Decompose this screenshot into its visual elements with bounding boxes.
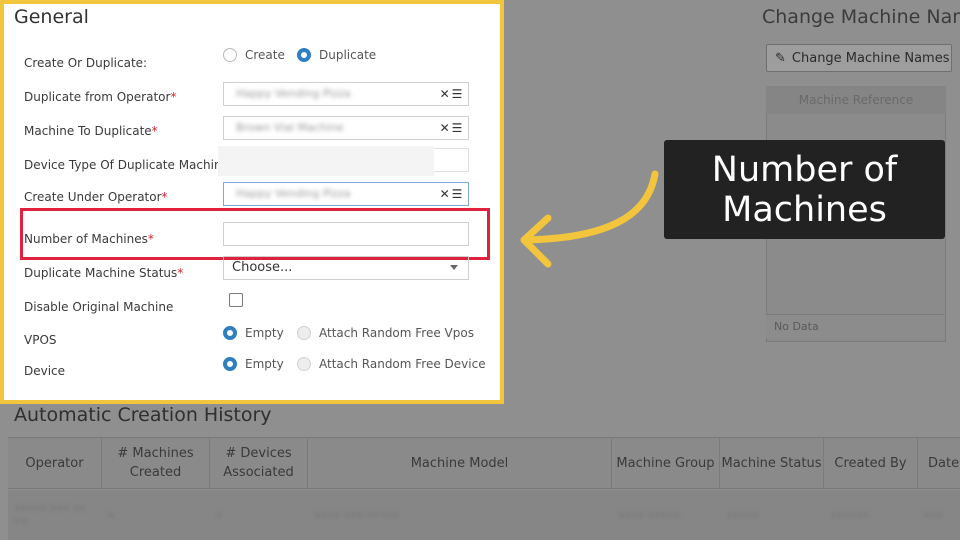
device-type-label: Device Type Of Duplicate Machine	[24, 158, 229, 172]
callout-arrow-icon	[520, 170, 659, 268]
duplicate-from-operator-label: Duplicate from Operator*	[24, 90, 177, 104]
radio-create[interactable]: Create	[223, 48, 285, 62]
column-operator[interactable]: Operator	[8, 438, 102, 488]
column-machine-group[interactable]: Machine Group	[612, 438, 720, 488]
form-title: General	[14, 6, 89, 28]
radio-vpos-random-label: Attach Random Free Vpos	[319, 326, 474, 340]
grid-header-machine-reference: Machine Reference	[766, 86, 946, 114]
radio-circle-icon	[223, 48, 237, 62]
column-machine-model[interactable]: Machine Model	[308, 438, 612, 488]
chevron-down-icon	[450, 265, 458, 270]
create-under-operator-label: Create Under Operator*	[24, 190, 168, 204]
change-machine-names-button[interactable]: ✎ Change Machine Names	[766, 44, 952, 72]
radio-circle-icon	[297, 357, 311, 371]
radio-vpos-empty[interactable]: Empty	[223, 326, 284, 340]
cell-devices: •	[216, 508, 223, 522]
change-machine-names-label: Change Machine Names	[791, 50, 950, 66]
radio-selected-icon	[223, 357, 237, 371]
radio-duplicate[interactable]: Duplicate	[297, 48, 376, 62]
list-icon[interactable]: ☰	[452, 121, 463, 135]
clear-icon[interactable]: ✕	[440, 121, 450, 135]
device-label: Device	[24, 364, 66, 378]
list-icon[interactable]: ☰	[452, 187, 463, 201]
history-table-header: Operator # Machines Created # Devices As…	[8, 437, 960, 489]
cell-status: •••••	[726, 508, 759, 522]
create-under-operator-field[interactable]: Happy Vending Pizza ✕ ☰	[223, 182, 469, 206]
cell-operator: ••••• ••• •• ••	[14, 502, 86, 528]
radio-selected-icon	[223, 326, 237, 340]
radio-vpos-empty-label: Empty	[245, 326, 284, 340]
radio-device-random-label: Attach Random Free Device	[319, 357, 486, 371]
clear-icon[interactable]: ✕	[440, 87, 450, 101]
change-machine-names-title: Change Machine Nam	[762, 6, 960, 28]
disable-original-checkbox[interactable]	[229, 293, 243, 307]
radio-vpos-random[interactable]: Attach Random Free Vpos	[297, 326, 474, 340]
cell-model: •••• ••• •••••	[314, 508, 399, 522]
vpos-label: VPOS	[24, 333, 57, 347]
radio-duplicate-label: Duplicate	[319, 48, 377, 62]
column-date[interactable]: Date	[918, 438, 960, 488]
focus-highlight-box	[20, 208, 490, 260]
radio-device-random[interactable]: Attach Random Free Device	[297, 357, 486, 371]
column-machines-created[interactable]: # Machines Created	[102, 438, 210, 488]
column-devices-associated[interactable]: # Devices Associated	[210, 438, 308, 488]
cell-date: •••	[924, 508, 944, 522]
radio-device-empty-label: Empty	[245, 357, 284, 371]
cell-machines: •	[108, 508, 115, 522]
radio-circle-icon	[297, 326, 311, 340]
pencil-icon: ✎	[775, 50, 786, 66]
history-title: Automatic Creation History	[14, 404, 272, 426]
grid-empty-message: No Data	[766, 314, 944, 338]
column-created-by[interactable]: Created By	[824, 438, 918, 488]
machine-to-duplicate-label: Machine To Duplicate*	[24, 124, 158, 138]
cell-created-by: ••••••	[830, 508, 869, 522]
callout-label: Number of Machines	[664, 140, 945, 239]
machine-to-duplicate-field[interactable]: Brown Vial Machine ✕ ☰	[223, 116, 469, 140]
general-form-panel: General Create Or Duplicate: Create Dupl…	[0, 0, 504, 404]
duplicate-machine-status-label: Duplicate Machine Status*	[24, 266, 184, 280]
duplicate-from-operator-field[interactable]: Happy Vending Pizza ✕ ☰	[223, 82, 469, 106]
cell-group: •••• •••••	[618, 508, 680, 522]
duplicate-machine-status-select[interactable]: Choose...	[223, 256, 469, 280]
disable-original-label: Disable Original Machine	[24, 300, 174, 314]
radio-selected-icon	[297, 48, 311, 62]
list-icon[interactable]: ☰	[452, 87, 463, 101]
radio-device-empty[interactable]: Empty	[223, 357, 284, 371]
status-select-value: Choose...	[232, 260, 293, 275]
column-machine-status[interactable]: Machine Status	[720, 438, 824, 488]
clear-icon[interactable]: ✕	[440, 187, 450, 201]
table-row[interactable]: ••••• ••• •• •• • • •••• ••• ••••• •••• …	[8, 490, 960, 540]
radio-create-label: Create	[245, 48, 285, 62]
device-type-placeholder	[218, 146, 434, 176]
create-or-duplicate-label: Create Or Duplicate:	[24, 56, 148, 70]
